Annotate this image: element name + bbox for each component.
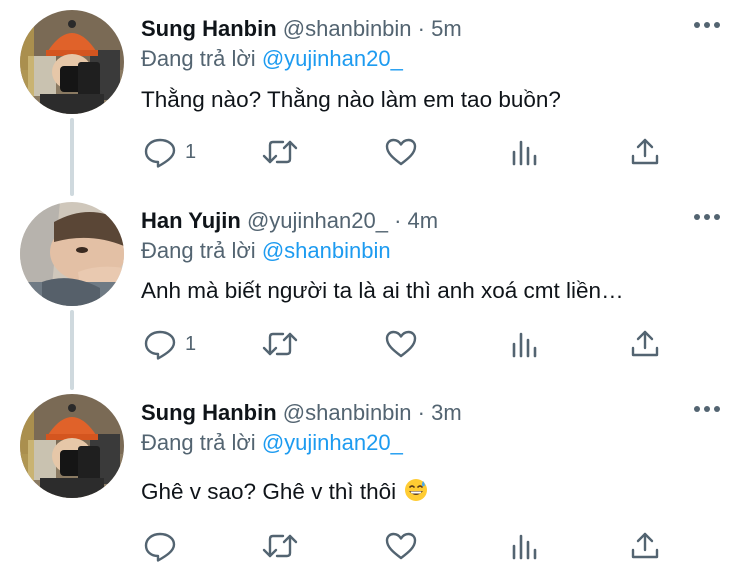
timestamp[interactable]: 5m xyxy=(431,16,462,41)
avatar-image xyxy=(20,394,124,498)
display-name[interactable]: Sung Hanbin xyxy=(141,16,277,41)
reply-icon xyxy=(144,138,176,168)
reply-count: 1 xyxy=(185,332,197,355)
grinning-face-with-sweat-icon xyxy=(405,479,428,501)
like-button[interactable] xyxy=(384,132,418,172)
share-button[interactable] xyxy=(629,132,661,172)
like-button[interactable] xyxy=(384,324,418,364)
user-handle[interactable]: @yujinhan20_ xyxy=(247,208,388,233)
mention-link[interactable]: @yujinhan20_ xyxy=(262,430,403,455)
tweet[interactable]: Sung Hanbin @shanbinbin · 3m Đang trả lờ… xyxy=(0,384,750,571)
reply-button[interactable] xyxy=(143,526,185,566)
views-button[interactable] xyxy=(509,526,539,566)
more-icon xyxy=(694,22,720,28)
timestamp[interactable]: 3m xyxy=(431,400,462,425)
replying-to-label: Đang trả lời xyxy=(141,46,256,71)
reply-button[interactable]: 1 xyxy=(143,132,196,172)
more-button[interactable] xyxy=(692,402,722,414)
display-name[interactable]: Han Yujin xyxy=(141,208,241,233)
share-icon xyxy=(631,330,659,357)
reply-icon xyxy=(144,532,176,562)
share-icon xyxy=(631,532,659,559)
analytics-icon xyxy=(512,332,537,358)
tweet-text-body: Ghê v sao? Ghê v thì thôi xyxy=(141,479,397,504)
retweet-button[interactable] xyxy=(261,526,299,566)
heart-icon xyxy=(385,330,417,358)
reply-icon xyxy=(144,330,176,360)
retweet-icon xyxy=(262,534,298,558)
share-button[interactable] xyxy=(629,526,661,566)
replying-to: Đang trả lời @shanbinbin xyxy=(141,238,391,264)
retweet-button[interactable] xyxy=(261,132,299,172)
more-button[interactable] xyxy=(692,210,722,222)
timestamp[interactable]: 4m xyxy=(408,208,439,233)
user-handle[interactable]: @shanbinbin xyxy=(283,16,412,41)
action-bar: 1 xyxy=(141,324,681,364)
separator-dot: · xyxy=(417,400,425,425)
avatar[interactable] xyxy=(20,202,124,306)
analytics-icon xyxy=(512,140,537,166)
views-button[interactable] xyxy=(509,132,539,172)
tweet-text: Ghê v sao? Ghê v thì thôi xyxy=(141,478,428,505)
share-button[interactable] xyxy=(629,324,661,364)
retweet-button[interactable] xyxy=(261,324,299,364)
share-icon xyxy=(631,138,659,165)
action-bar xyxy=(141,526,681,566)
like-button[interactable] xyxy=(384,526,418,566)
tweet[interactable]: Sung Hanbin @shanbinbin · 5m Đang trả lờ… xyxy=(0,0,750,190)
user-handle[interactable]: @shanbinbin xyxy=(283,400,412,425)
retweet-icon xyxy=(262,140,298,164)
mention-link[interactable]: @shanbinbin xyxy=(262,238,391,263)
analytics-icon xyxy=(512,534,537,560)
tweet-text: Thằng nào? Thằng nào làm em tao buồn? xyxy=(141,87,561,112)
heart-icon xyxy=(385,532,417,560)
tweet-header: Han Yujin @yujinhan20_ · 4m xyxy=(141,208,438,234)
avatar-image xyxy=(20,202,124,306)
tweet-header: Sung Hanbin @shanbinbin · 5m xyxy=(141,16,462,42)
more-button[interactable] xyxy=(692,18,722,30)
display-name[interactable]: Sung Hanbin xyxy=(141,400,277,425)
more-icon xyxy=(694,214,720,220)
replying-to-label: Đang trả lời xyxy=(141,238,256,263)
tweet[interactable]: Han Yujin @yujinhan20_ · 4m Đang trả lời… xyxy=(0,192,750,382)
heart-icon xyxy=(385,138,417,166)
tweet-text: Anh mà biết người ta là ai thì anh xoá c… xyxy=(141,278,624,303)
views-button[interactable] xyxy=(509,324,539,364)
replying-to-label: Đang trả lời xyxy=(141,430,256,455)
mention-link[interactable]: @yujinhan20_ xyxy=(262,46,403,71)
separator-dot: · xyxy=(417,16,425,41)
reply-button[interactable]: 1 xyxy=(143,324,196,364)
action-bar: 1 xyxy=(141,132,681,172)
reply-count: 1 xyxy=(185,140,197,163)
replying-to: Đang trả lời @yujinhan20_ xyxy=(141,430,403,456)
more-icon xyxy=(694,406,720,412)
avatar[interactable] xyxy=(20,10,124,114)
avatar-image xyxy=(20,10,124,114)
separator-dot: · xyxy=(394,208,402,233)
retweet-icon xyxy=(262,332,298,356)
replying-to: Đang trả lời @yujinhan20_ xyxy=(141,46,403,72)
avatar[interactable] xyxy=(20,394,124,498)
tweet-header: Sung Hanbin @shanbinbin · 3m xyxy=(141,400,462,426)
